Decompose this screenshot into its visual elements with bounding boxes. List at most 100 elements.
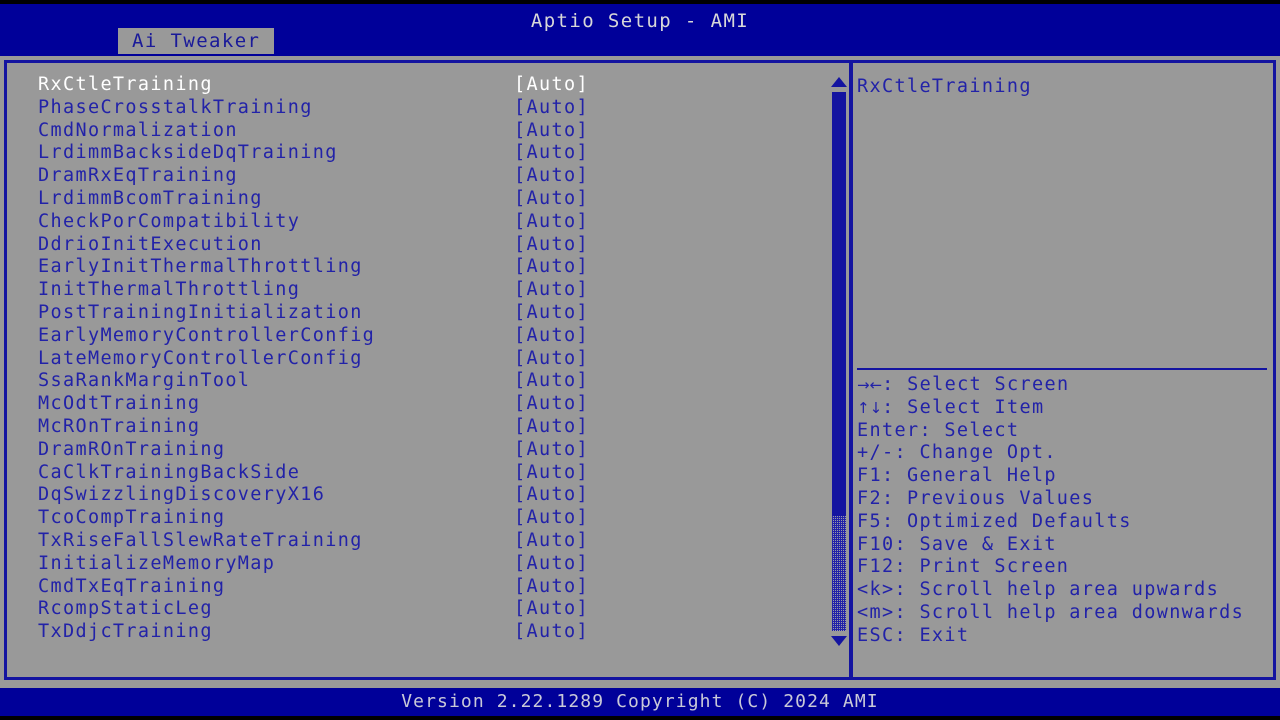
- option-row[interactable]: TxDdjcTraining [Auto]: [34, 621, 824, 644]
- option-row[interactable]: LrdimmBacksideDqTraining [Auto]: [34, 142, 824, 165]
- option-value[interactable]: [Auto]: [514, 120, 589, 141]
- arrow-key-icon: ↑↓: [857, 398, 883, 417]
- option-row[interactable]: DqSwizzlingDiscoveryX16 [Auto]: [34, 484, 824, 507]
- option-row[interactable]: LateMemoryControllerConfig [Auto]: [34, 348, 824, 371]
- help-key-row: <k>: Scroll help area upwards: [857, 579, 1269, 602]
- help-key-row: +/-: Change Opt.: [857, 442, 1269, 465]
- option-value[interactable]: [Auto]: [514, 74, 589, 95]
- bottom-bezel: [0, 716, 1280, 720]
- option-value[interactable]: [Auto]: [514, 370, 589, 391]
- option-value[interactable]: [Auto]: [514, 256, 589, 277]
- scroll-down-arrow-icon[interactable]: [831, 636, 847, 646]
- option-label: DqSwizzlingDiscoveryX16: [38, 484, 326, 506]
- help-key-row: F1: General Help: [857, 465, 1269, 488]
- options-scrollbar[interactable]: [829, 74, 849, 649]
- option-row[interactable]: PhaseCrosstalkTraining [Auto]: [34, 97, 824, 120]
- option-value[interactable]: [Auto]: [514, 234, 589, 255]
- option-value[interactable]: [Auto]: [514, 621, 589, 642]
- option-label: TcoCompTraining: [38, 507, 226, 529]
- help-key-row: F5: Optimized Defaults: [857, 511, 1269, 534]
- option-label: InitThermalThrottling: [38, 279, 301, 301]
- option-value[interactable]: [Auto]: [514, 553, 589, 574]
- panel-divider: [849, 62, 853, 678]
- option-label: RcompStaticLeg: [38, 598, 213, 620]
- option-value[interactable]: [Auto]: [514, 484, 589, 505]
- option-label: DramROnTraining: [38, 438, 226, 460]
- option-value[interactable]: [Auto]: [514, 302, 589, 323]
- help-key-label: F12: Print Screen: [857, 556, 1070, 578]
- option-value[interactable]: [Auto]: [514, 576, 589, 597]
- help-key-label: <m>: Scroll help area downwards: [857, 601, 1245, 623]
- option-row[interactable]: CaClkTrainingBackSide [Auto]: [34, 462, 824, 485]
- option-value[interactable]: [Auto]: [514, 142, 589, 163]
- option-label: RxCtleTraining: [38, 74, 213, 95]
- option-value[interactable]: [Auto]: [514, 279, 589, 300]
- option-label: TxRiseFallSlewRateTraining: [38, 529, 363, 551]
- help-key-label: ESC: Exit: [857, 624, 970, 646]
- scroll-up-arrow-icon[interactable]: [831, 77, 847, 87]
- bios-setup-screen: Aptio Setup - AMI Ai Tweaker RxCtleTrain…: [0, 0, 1280, 720]
- option-row[interactable]: EarlyMemoryControllerConfig [Auto]: [34, 325, 824, 348]
- option-row[interactable]: McROnTraining [Auto]: [34, 416, 824, 439]
- option-label: CmdNormalization: [38, 119, 238, 141]
- option-row[interactable]: InitializeMemoryMap [Auto]: [34, 553, 824, 576]
- option-value[interactable]: [Auto]: [514, 211, 589, 232]
- option-row[interactable]: CheckPorCompatibility [Auto]: [34, 211, 824, 234]
- option-value[interactable]: [Auto]: [514, 462, 589, 483]
- option-value[interactable]: [Auto]: [514, 165, 589, 186]
- option-row[interactable]: TxRiseFallSlewRateTraining [Auto]: [34, 530, 824, 553]
- option-label: McROnTraining: [38, 415, 201, 437]
- help-key-row: →←: Select Screen: [857, 374, 1269, 397]
- option-label: DramRxEqTraining: [38, 165, 238, 187]
- option-value[interactable]: [Auto]: [514, 598, 589, 619]
- option-row[interactable]: TcoCompTraining [Auto]: [34, 507, 824, 530]
- option-label: LrdimmBacksideDqTraining: [38, 142, 338, 164]
- option-row[interactable]: LrdimmBcomTraining [Auto]: [34, 188, 824, 211]
- option-label: SsaRankMarginTool: [38, 370, 251, 392]
- help-key-label: : Select Screen: [882, 374, 1070, 395]
- option-label: CheckPorCompatibility: [38, 210, 301, 232]
- option-row[interactable]: CmdTxEqTraining [Auto]: [34, 576, 824, 599]
- option-value[interactable]: [Auto]: [514, 188, 589, 209]
- option-row[interactable]: PostTrainingInitialization [Auto]: [34, 302, 824, 325]
- option-row[interactable]: DramROnTraining [Auto]: [34, 439, 824, 462]
- option-row[interactable]: SsaRankMarginTool [Auto]: [34, 370, 824, 393]
- option-value[interactable]: [Auto]: [514, 348, 589, 369]
- version-text: Version 2.22.1289 Copyright (C) 2024 AMI: [401, 691, 879, 712]
- option-value[interactable]: [Auto]: [514, 393, 589, 414]
- option-label: EarlyInitThermalThrottling: [38, 256, 363, 278]
- option-value[interactable]: [Auto]: [514, 416, 589, 437]
- option-row[interactable]: DramRxEqTraining [Auto]: [34, 165, 824, 188]
- option-value[interactable]: [Auto]: [514, 439, 589, 460]
- option-label: CmdTxEqTraining: [38, 575, 226, 597]
- help-panel: RxCtleTraining →←: Select Screen ↑↓: Sele…: [857, 74, 1269, 659]
- help-key-label: <k>: Scroll help area upwards: [857, 579, 1220, 601]
- help-key-label: Enter: Select: [857, 419, 1020, 441]
- option-row[interactable]: InitThermalThrottling [Auto]: [34, 279, 824, 302]
- option-row[interactable]: EarlyInitThermalThrottling [Auto]: [34, 256, 824, 279]
- option-label: LateMemoryControllerConfig: [38, 347, 363, 369]
- help-key-label: F5: Optimized Defaults: [857, 510, 1132, 532]
- arrow-key-icon: →←: [857, 376, 883, 394]
- help-title: RxCtleTraining: [857, 76, 1032, 97]
- option-value[interactable]: [Auto]: [514, 507, 589, 528]
- help-key-row: Enter: Select: [857, 420, 1269, 443]
- option-value[interactable]: [Auto]: [514, 97, 589, 118]
- help-key-legend: →←: Select Screen ↑↓: Select Item Enter: S…: [857, 374, 1269, 648]
- option-row[interactable]: McOdtTraining [Auto]: [34, 393, 824, 416]
- tab-ai-tweaker[interactable]: Ai Tweaker: [118, 28, 275, 54]
- option-row[interactable]: DdrioInitExecution [Auto]: [34, 234, 824, 257]
- scrollbar-thumb[interactable]: [832, 92, 846, 516]
- help-key-label: : Select Item: [882, 396, 1045, 418]
- help-key-label: F10: Save & Exit: [857, 533, 1057, 555]
- option-row[interactable]: RcompStaticLeg [Auto]: [34, 598, 824, 621]
- option-value[interactable]: [Auto]: [514, 530, 589, 551]
- option-label: TxDdjcTraining: [38, 621, 213, 643]
- help-key-row: ESC: Exit: [857, 625, 1269, 648]
- option-label: CaClkTrainingBackSide: [38, 461, 301, 483]
- option-label: PhaseCrosstalkTraining: [38, 96, 313, 118]
- option-label: McOdtTraining: [38, 393, 201, 415]
- option-row[interactable]: RxCtleTraining [Auto]: [34, 74, 824, 97]
- option-value[interactable]: [Auto]: [514, 325, 589, 346]
- option-row[interactable]: CmdNormalization [Auto]: [34, 120, 824, 143]
